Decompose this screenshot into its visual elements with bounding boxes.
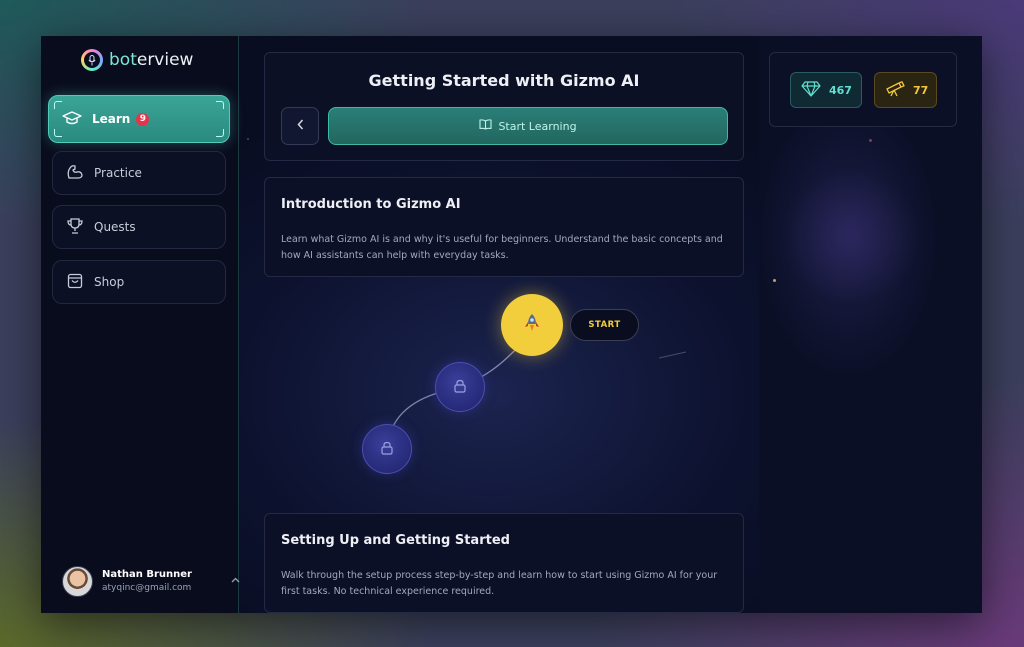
page-title: Getting Started with Gizmo AI <box>368 71 640 90</box>
sidebar-item-shop[interactable]: Shop <box>52 260 226 304</box>
star-dot <box>869 139 872 142</box>
app-window: boterview Learn 9 Practice Quests Shop N… <box>41 36 982 613</box>
avatar <box>62 565 93 597</box>
telescope-icon <box>885 80 905 100</box>
user-profile[interactable]: Nathan Brunner atyqinc@gmail.com <box>62 563 240 599</box>
shopping-bag-icon <box>66 273 84 292</box>
sidebar-item-quests[interactable]: Quests <box>52 205 226 249</box>
user-name: Nathan Brunner <box>102 569 192 580</box>
telescope-count: 77 <box>913 83 929 97</box>
back-button[interactable] <box>281 107 319 145</box>
trophy-icon <box>66 217 84 237</box>
chevron-up-icon[interactable] <box>231 575 240 586</box>
diamond-icon <box>801 80 821 100</box>
lesson-title: Setting Up and Getting Started <box>281 533 510 548</box>
sidebar-item-label: Practice <box>94 166 142 180</box>
lock-icon <box>453 378 467 397</box>
start-learning-label: Start Learning <box>498 119 577 133</box>
lesson-title: Introduction to Gizmo AI <box>281 197 461 212</box>
lesson-description: Learn what Gizmo AI is and why it's usef… <box>281 234 723 261</box>
star-dot <box>773 279 776 282</box>
gems-count: 467 <box>829 83 852 97</box>
open-book-icon <box>479 119 492 133</box>
sidebar: boterview Learn 9 Practice Quests Shop N… <box>41 36 240 613</box>
lesson-node-locked[interactable] <box>435 362 485 412</box>
lesson-card[interactable]: Introduction to Gizmo AI Learn what Gizm… <box>264 177 744 277</box>
user-email: atyqinc@gmail.com <box>102 583 192 593</box>
logo-text: boterview <box>109 50 194 70</box>
rocket-icon <box>523 313 541 337</box>
start-label[interactable]: START <box>570 309 639 341</box>
background-glow <box>781 166 921 306</box>
flexed-arm-icon <box>66 164 84 183</box>
lesson-header-card: Getting Started with Gizmo AI Start Lear… <box>264 52 744 161</box>
telescope-counter[interactable]: 77 <box>874 72 937 108</box>
gems-counter[interactable]: 467 <box>790 72 862 108</box>
lesson-node-current[interactable] <box>501 294 563 356</box>
sidebar-item-label: Learn <box>92 112 131 126</box>
sidebar-item-learn[interactable]: Learn 9 <box>48 95 230 143</box>
microphone-icon <box>81 49 103 71</box>
sidebar-item-label: Shop <box>94 275 125 289</box>
user-info: Nathan Brunner atyqinc@gmail.com <box>102 569 192 593</box>
lesson-card[interactable]: Setting Up and Getting Started Walk thro… <box>264 513 744 613</box>
app-logo[interactable]: boterview <box>81 48 193 72</box>
stats-card: 467 77 <box>769 52 957 127</box>
lock-icon <box>380 440 394 459</box>
graduation-cap-icon <box>62 110 82 128</box>
start-learning-button[interactable]: Start Learning <box>328 107 728 145</box>
sidebar-item-label: Quests <box>94 220 136 234</box>
chevron-left-icon <box>296 119 304 133</box>
notification-badge: 9 <box>136 112 150 126</box>
lesson-description: Walk through the setup process step-by-s… <box>281 570 718 597</box>
sidebar-item-practice[interactable]: Practice <box>52 151 226 195</box>
star-dot <box>247 138 249 140</box>
lesson-node-locked[interactable] <box>362 424 412 474</box>
